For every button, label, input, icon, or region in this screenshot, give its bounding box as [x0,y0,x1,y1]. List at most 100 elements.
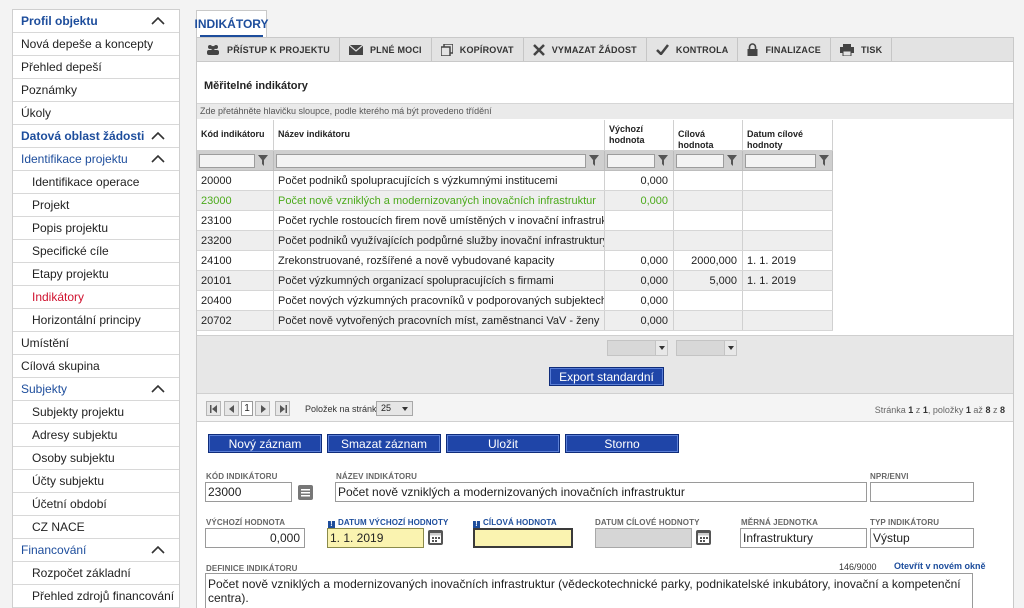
filter-icon[interactable] [258,155,268,166]
sidebar-item[interactable]: Identifikace operace [13,171,179,194]
header-start-value[interactable]: Výchozí hodnota [605,120,674,150]
filter-target-date-input[interactable] [745,153,816,168]
filter-name-input[interactable] [276,153,586,168]
sidebar-item[interactable]: Subjekty projektu [13,401,179,424]
next-page-button[interactable] [255,401,270,416]
print-button[interactable]: TISK [831,38,893,61]
power-of-attorney-button[interactable]: PLNÉ MOCI [340,38,432,61]
sidebar-item-label: Financování [21,543,87,557]
sidebar-item[interactable]: Popis projektu [13,217,179,240]
sidebar-item[interactable]: Horizontální principy [13,309,179,332]
current-page-input[interactable]: 1 [241,401,253,416]
cell-start-value: 0,000 [605,311,674,330]
copy-button[interactable]: KOPÍROVAT [432,38,524,61]
calendar-icon[interactable] [696,530,711,545]
summary-dropdown[interactable] [676,340,737,356]
header-name[interactable]: Název indikátoru [274,120,605,150]
list-picker-icon[interactable] [298,485,313,500]
sidebar-item-label: Přehled zdrojů financování [32,589,175,603]
filter-icon[interactable] [727,155,737,166]
filter-icon[interactable] [819,155,829,166]
npr-field[interactable] [870,482,974,502]
header-code[interactable]: Kód indikátoru [197,120,274,150]
sidebar-item[interactable]: Identifikace projektu [13,148,179,171]
filter-target-value-input[interactable] [676,153,724,168]
chevron-up-icon[interactable] [151,385,165,393]
code-field[interactable]: 23000 [205,482,292,502]
sidebar-item[interactable]: Přehled zdrojů financování [13,585,179,608]
sidebar-item[interactable]: Profil objektu [13,10,179,33]
name-field[interactable]: Počet nově vzniklých a modernizovaných i… [335,482,867,502]
sidebar-item[interactable]: Přehled depeší [13,56,179,79]
sidebar-item[interactable]: Úkoly [13,102,179,125]
table-row[interactable]: 20400 Počet nových výzkumných pracovníků … [197,291,833,311]
sidebar-item[interactable]: Financování [13,539,179,562]
first-page-button[interactable] [206,401,221,416]
table-row[interactable]: 24100 Zrekonstruované, rozšířené a nově v… [197,251,833,271]
sidebar-item[interactable]: CZ NACE [13,516,179,539]
sidebar-item[interactable]: Projekt [13,194,179,217]
table-row[interactable]: 23000 Počet nově vzniklých a modernizovan… [197,191,833,211]
header-target-date[interactable]: Datum cílové hodnoty [743,120,833,150]
definition-textarea[interactable]: Počet nově vzniklých a modernizovaných i… [205,573,973,608]
filter-start-value-input[interactable] [607,153,655,168]
sidebar-item[interactable]: Adresy subjektu [13,424,179,447]
cell-target-value [674,171,743,190]
open-in-new-window-link[interactable]: Otevřít v novém okně [894,561,986,571]
filter-icon[interactable] [658,155,668,166]
start-value-field[interactable]: 0,000 [205,528,305,548]
sidebar-item[interactable]: Osoby subjektu [13,447,179,470]
finalize-button[interactable]: FINALIZACE [738,38,831,61]
table-row[interactable]: 20000 Počet podniků spolupracujících s vý… [197,171,833,191]
tab-indikatory[interactable]: INDIKÁTORY [195,10,269,37]
filter-code-input[interactable] [199,153,255,168]
name-label: NÁZEV INDIKÁTORU [336,472,418,481]
sidebar-item[interactable]: Nová depeše a koncepty [13,33,179,56]
finalize-button-label: FINALIZACE [765,44,821,55]
access-button[interactable]: PŘÍSTUP K PROJEKTU [197,38,340,61]
sidebar-item[interactable]: Cílová skupina [13,355,179,378]
table-row[interactable]: 20702 Počet nově vytvořených pracovních m… [197,311,833,331]
sidebar-item[interactable]: Datová oblast žádosti [13,125,179,148]
sidebar-item[interactable]: Umístění [13,332,179,355]
header-target-value[interactable]: Cílová hodnota [674,120,743,150]
sidebar-item[interactable]: Subjekty [13,378,179,401]
sidebar-item-label: Cílová skupina [21,359,100,373]
start-date-field[interactable]: 1. 1. 2019 [327,528,424,548]
sidebar-item[interactable]: Účetní období [13,493,179,516]
new-record-button[interactable]: Nový záznam [208,434,322,453]
cell-start-value: 0,000 [605,191,674,210]
delete-record-button[interactable]: Smazat záznam [327,434,441,453]
chevron-up-icon[interactable] [151,132,165,140]
delete-request-button[interactable]: VYMAZAT ŽÁDOST [524,38,647,61]
cell-target-value: 2000,000 [674,251,743,270]
sidebar-item[interactable]: Specifické cíle [13,240,179,263]
prev-page-button[interactable] [224,401,239,416]
summary-dropdown[interactable] [607,340,668,356]
save-button[interactable]: Uložit [446,434,560,453]
sidebar-item[interactable]: Indikátory [13,286,179,309]
sidebar-item-label: Subjekty [21,382,68,396]
export-button[interactable]: Export standardní [549,367,664,386]
sidebar-item[interactable]: Poznámky [13,79,179,102]
chevron-up-icon[interactable] [151,155,165,163]
table-row[interactable]: 23200 Počet podniků využívajících podpůrn… [197,231,833,251]
sidebar-item[interactable]: Rozpočet základní [13,562,179,585]
target-value-field[interactable] [473,528,573,548]
chevron-up-icon[interactable] [151,546,165,554]
calendar-icon[interactable] [428,530,443,545]
filter-icon[interactable] [589,155,599,166]
indicators-grid: Kód indikátoru Název indikátoru Výchozí … [197,120,833,331]
chevron-up-icon[interactable] [151,17,165,25]
cell-name: Počet výzkumných organizací spolupracují… [274,271,605,290]
cell-start-value [605,211,674,230]
table-row[interactable]: 23100 Počet rychle rostoucích firem nově … [197,211,833,231]
check-button[interactable]: KONTROLA [647,38,739,61]
per-page-select[interactable]: 25 [376,401,413,416]
sidebar-item[interactable]: Účty subjektu [13,470,179,493]
table-row[interactable]: 20101 Počet výzkumných organizací spolupr… [197,271,833,291]
pager-info: Stránka 1 z 1, položky 1 až 8 z 8 [874,405,1005,415]
cancel-button[interactable]: Storno [565,434,679,453]
sidebar-item[interactable]: Etapy projektu [13,263,179,286]
last-page-button[interactable] [275,401,290,416]
